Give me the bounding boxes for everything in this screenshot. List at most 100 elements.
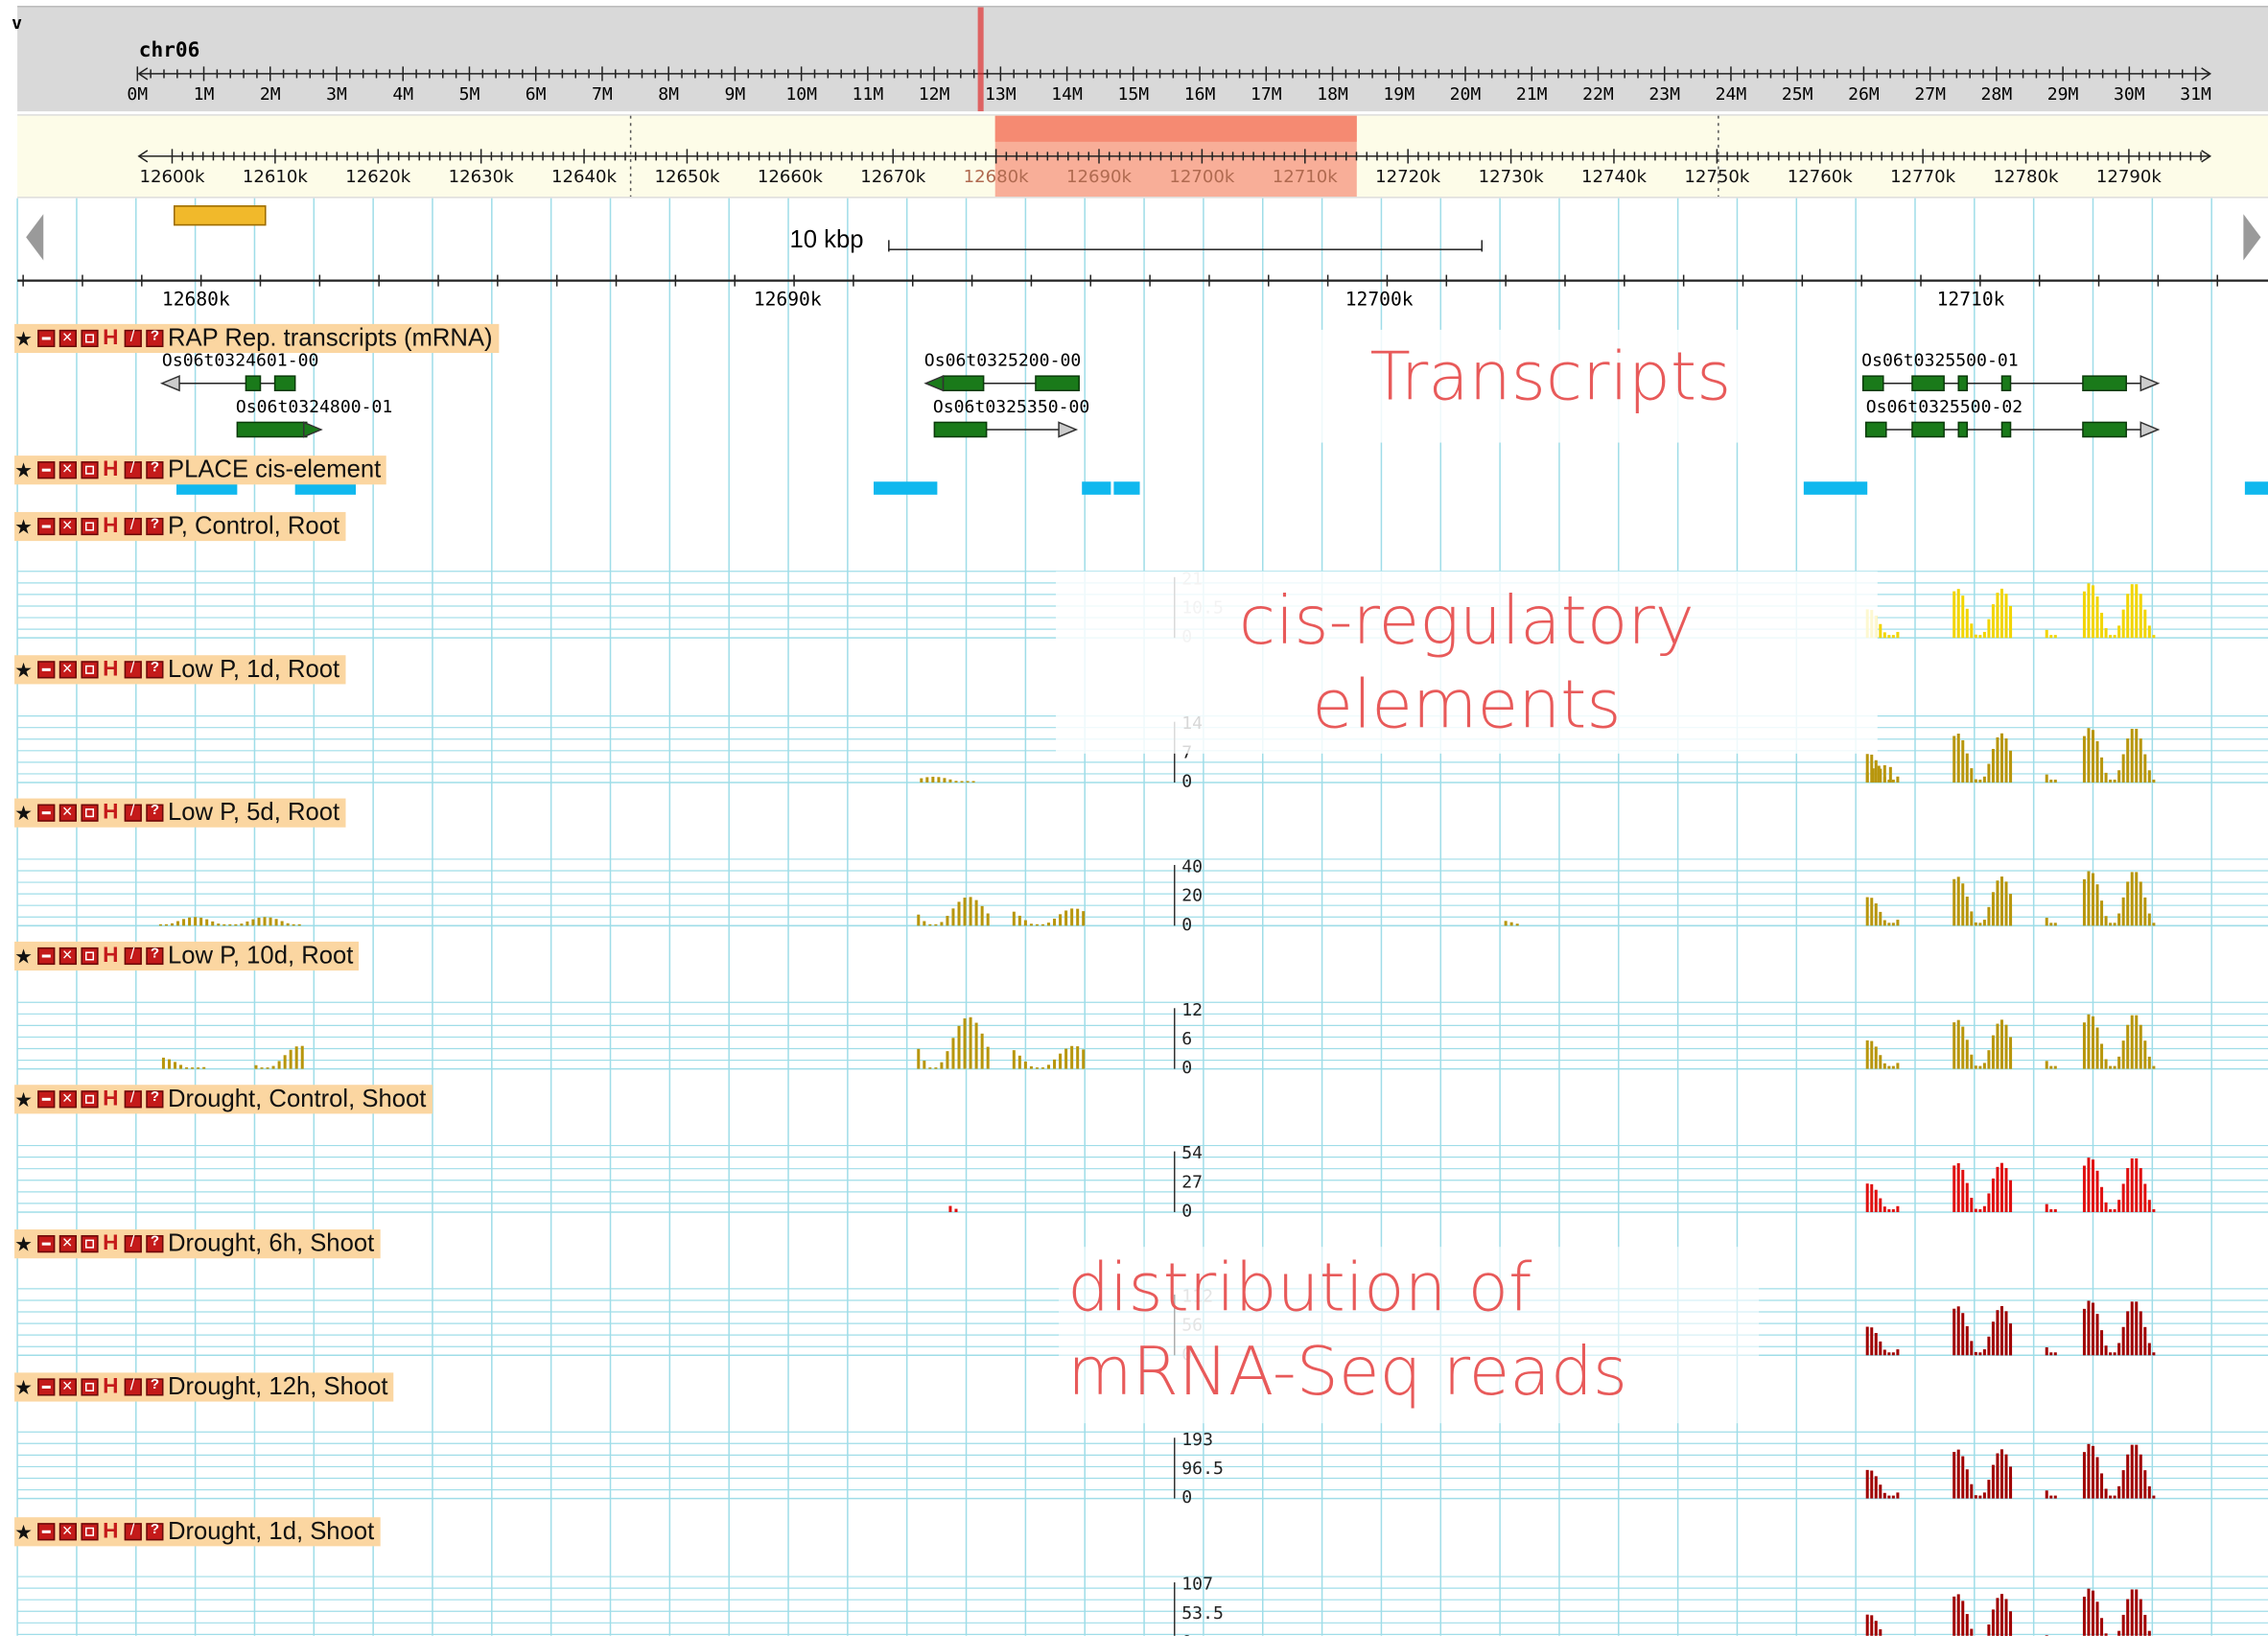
histogram-icon[interactable]: H <box>103 945 120 967</box>
edit-icon[interactable] <box>124 1089 142 1109</box>
histogram-icon[interactable]: H <box>103 1087 120 1110</box>
edit-icon[interactable] <box>124 946 142 966</box>
star-icon[interactable]: ★ <box>14 1234 35 1254</box>
transcript-name[interactable]: Os06t0325200-00 <box>924 350 1081 370</box>
help-icon[interactable] <box>146 803 164 822</box>
star-icon[interactable]: ★ <box>14 460 35 480</box>
track-label[interactable]: ★ H PLACE cis-element <box>14 456 387 485</box>
edit-icon[interactable] <box>124 328 142 347</box>
star-icon[interactable]: ★ <box>14 1377 35 1397</box>
help-icon[interactable] <box>146 460 164 479</box>
feature-list-icon[interactable] <box>81 947 99 966</box>
histogram-icon[interactable]: H <box>103 1232 120 1254</box>
close-icon[interactable] <box>58 1520 77 1541</box>
transcript-name[interactable]: Os06t0324601-00 <box>162 350 318 370</box>
collapse-icon[interactable] <box>37 1523 56 1541</box>
edit-icon[interactable] <box>124 1522 142 1541</box>
track-label[interactable]: ★ H Drought, 12h, Shoot <box>14 1372 394 1402</box>
feature-list-icon[interactable] <box>81 1523 99 1541</box>
gene-utr <box>1058 421 1079 438</box>
histogram-icon[interactable]: H <box>103 327 120 349</box>
close-icon[interactable] <box>58 1232 77 1253</box>
track-label[interactable]: ★ H Low P, 10d, Root <box>14 941 360 971</box>
close-icon[interactable] <box>58 1375 77 1396</box>
collapse-icon[interactable] <box>37 1378 56 1396</box>
track-label[interactable]: ★ H Drought, Control, Shoot <box>14 1085 433 1114</box>
feature-list-icon[interactable] <box>81 804 99 822</box>
transcript-name[interactable]: Os06t0325500-01 <box>1861 350 2018 370</box>
help-icon[interactable] <box>146 1522 164 1541</box>
star-icon[interactable]: ★ <box>14 660 35 680</box>
histogram-icon[interactable]: H <box>103 1375 120 1397</box>
coverage-bar <box>251 919 255 926</box>
help-icon[interactable] <box>146 328 164 347</box>
scroll-left-icon[interactable] <box>26 214 44 261</box>
coverage-bar <box>2109 1208 2113 1212</box>
collapse-icon[interactable] <box>37 329 56 347</box>
collapse-icon[interactable] <box>37 1235 56 1253</box>
close-icon[interactable] <box>58 802 77 822</box>
gene-exon <box>1864 421 1887 438</box>
close-icon[interactable] <box>58 658 77 679</box>
histogram-icon[interactable]: H <box>103 658 120 680</box>
star-icon[interactable]: ★ <box>14 1522 35 1542</box>
collapse-icon[interactable] <box>37 517 56 536</box>
transcript-name[interactable]: Os06t0324800-01 <box>236 396 392 416</box>
coverage-bar <box>1996 894 1999 926</box>
track-label[interactable]: ★ H Low P, 1d, Root <box>14 655 346 685</box>
close-icon[interactable] <box>58 945 77 966</box>
scroll-right-icon[interactable] <box>2243 214 2261 261</box>
feature-list-icon[interactable] <box>81 517 99 536</box>
close-icon[interactable] <box>58 1087 77 1109</box>
coverage-bar <box>158 923 162 926</box>
histogram-icon[interactable]: H <box>103 458 120 480</box>
help-icon[interactable] <box>146 1089 164 1109</box>
track-label[interactable]: ★ H Low P, 5d, Root <box>14 798 346 828</box>
close-icon[interactable] <box>58 327 77 347</box>
feature-list-icon[interactable] <box>81 1235 99 1253</box>
track-label[interactable]: ★ H RAP Rep. transcripts (mRNA) <box>14 323 499 354</box>
close-icon[interactable] <box>58 515 77 536</box>
star-icon[interactable]: ★ <box>14 1089 35 1110</box>
star-icon[interactable]: ★ <box>14 516 35 536</box>
coverage-bar <box>1982 1492 1986 1499</box>
feature-list-icon[interactable] <box>81 461 99 479</box>
coverage-bar <box>1504 921 1508 926</box>
collapse-icon[interactable] <box>37 461 56 479</box>
edit-icon[interactable] <box>124 516 142 536</box>
edit-icon[interactable] <box>124 460 142 479</box>
chromosome-overview[interactable]: v chr06 0M 1M 2M 3M 4M 5M 6M 7M 8M 9M 10M 11M 12M 13M… <box>12 6 2268 112</box>
chromosome-tick-label: 8M <box>658 84 679 105</box>
help-icon[interactable] <box>146 946 164 966</box>
help-icon[interactable] <box>146 1234 164 1253</box>
edit-icon[interactable] <box>124 1234 142 1253</box>
region-overview[interactable]: 12600k 12610k 12620k 12630k 12640k 12650k 1266… <box>17 114 2268 199</box>
collapse-icon[interactable] <box>37 804 56 822</box>
view-locator[interactable] <box>173 205 267 226</box>
collapse-icon[interactable] <box>37 947 56 966</box>
transcript-name[interactable]: Os06t0325500-02 <box>1866 396 2022 416</box>
star-icon[interactable]: ★ <box>14 946 35 966</box>
feature-list-icon[interactable] <box>81 661 99 679</box>
transcript-name[interactable]: Os06t0325350-00 <box>933 396 1089 416</box>
star-icon[interactable]: ★ <box>14 328 35 348</box>
help-icon[interactable] <box>146 1377 164 1396</box>
feature-list-icon[interactable] <box>81 1378 99 1396</box>
feature-list-icon[interactable] <box>81 1090 99 1109</box>
track-label[interactable]: ★ H Drought, 1d, Shoot <box>14 1517 381 1547</box>
edit-icon[interactable] <box>124 660 142 679</box>
histogram-icon[interactable]: H <box>103 802 120 824</box>
help-icon[interactable] <box>146 660 164 679</box>
help-icon[interactable] <box>146 516 164 536</box>
star-icon[interactable]: ★ <box>14 803 35 823</box>
collapse-icon[interactable] <box>37 1090 56 1109</box>
close-icon[interactable] <box>58 458 77 479</box>
histogram-icon[interactable]: H <box>103 515 120 537</box>
edit-icon[interactable] <box>124 1377 142 1396</box>
histogram-icon[interactable]: H <box>103 1520 120 1542</box>
feature-list-icon[interactable] <box>81 329 99 347</box>
collapse-icon[interactable] <box>37 661 56 679</box>
track-label[interactable]: ★ H Drought, 6h, Shoot <box>14 1229 381 1259</box>
track-label[interactable]: ★ H P, Control, Root <box>14 511 346 542</box>
edit-icon[interactable] <box>124 803 142 822</box>
